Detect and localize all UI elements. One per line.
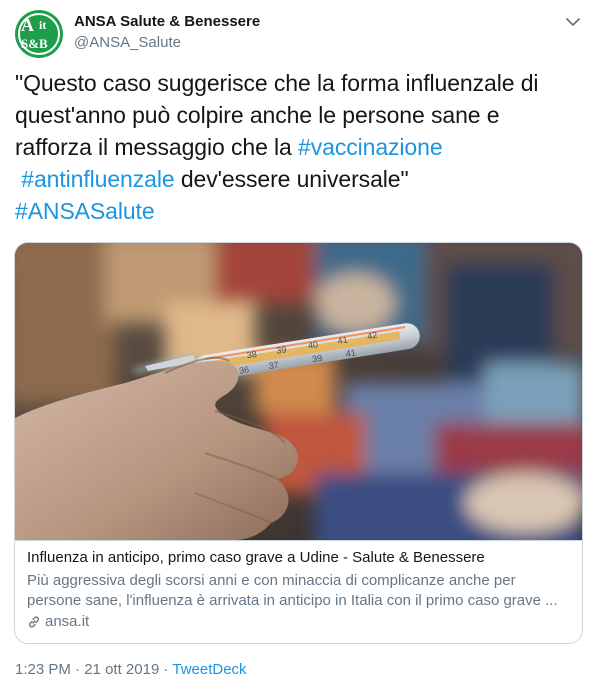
avatar-logo-letter: A <box>21 15 34 35</box>
avatar[interactable]: A it S&B <box>15 10 63 58</box>
tweet-text-line: "Questo caso suggerisce che la forma inf… <box>15 70 539 96</box>
tweet-text-line: #ANSASalute <box>15 195 575 227</box>
card-title[interactable]: Influenza in anticipo, primo caso grave … <box>27 549 485 566</box>
tweet-text-line: #antinfluenzale dev'essere universale" <box>15 163 575 195</box>
tweet-date[interactable]: 21 ott 2019 <box>84 661 159 678</box>
avatar-logo-it: it <box>39 18 47 32</box>
meta-separator: · <box>159 661 173 678</box>
thermometer-tick-label: 39 <box>311 353 322 364</box>
tweet-time[interactable]: 1:23 PM <box>15 661 71 678</box>
tweet-text-fragment: rafforza il messaggio che la <box>15 134 299 160</box>
chevron-down-icon <box>566 17 580 26</box>
thermometer-tick-label: 37 <box>268 360 279 371</box>
tweet-text: "Questo caso suggerisce che la forma inf… <box>15 67 575 227</box>
card-description: Più aggressiva degli scorsi anni e con m… <box>27 571 572 611</box>
thermometer-tick-label: 40 <box>307 339 318 350</box>
tweet-text-line: rafforza il messaggio che la #vaccinazio… <box>15 131 575 163</box>
thermometer-tick-label: 38 <box>246 349 257 360</box>
tweet-menu-button[interactable] <box>563 12 583 32</box>
tweet-text-fragment: dev'essere universale" <box>174 166 409 192</box>
tweet-text-line: quest'anno può colpire anche le persone … <box>15 102 500 128</box>
avatar-logo-sb: S&B <box>21 36 48 51</box>
hashtag-ansasalute-link[interactable]: #ANSASalute <box>15 198 155 224</box>
card-domain[interactable]: ansa.it <box>27 613 89 630</box>
link-card[interactable]: 38 39 40 41 42 36 37 39 41 Influenza in … <box>14 242 583 644</box>
hashtag-vaccinazione-link[interactable]: #vaccinazione <box>298 134 443 160</box>
thermometer-tick-label: 36 <box>238 364 249 375</box>
thermometer-tick-label: 41 <box>345 347 356 358</box>
user-handle[interactable]: @ANSA_Salute <box>74 34 181 51</box>
meta-separator: · <box>70 661 85 678</box>
thermometer-tick-label: 39 <box>276 344 287 355</box>
link-icon <box>29 615 39 628</box>
card-domain-text: ansa.it <box>45 613 90 630</box>
card-image: 38 39 40 41 42 36 37 39 41 <box>15 243 582 540</box>
thermometer-tick-label: 41 <box>337 335 348 346</box>
card-description-line: Più aggressiva degli scorsi anni e con m… <box>27 572 516 589</box>
card-body: Influenza in anticipo, primo caso grave … <box>15 540 582 643</box>
tweet-meta: 1:23 PM · 21 ott 2019 · TweetDeck <box>15 661 247 678</box>
tweet-source-link[interactable]: TweetDeck <box>172 661 246 678</box>
hashtag-antinfluenzale-link[interactable]: #antinfluenzale <box>21 166 174 192</box>
card-description-line: persone sane, l'influenza è arrivata in … <box>27 592 558 609</box>
display-name[interactable]: ANSA Salute & Benessere <box>74 13 260 30</box>
thermometer-tick-label: 42 <box>367 330 378 341</box>
tweet: A it S&B ANSA Salute & Benessere @ANSA_S… <box>0 0 595 690</box>
